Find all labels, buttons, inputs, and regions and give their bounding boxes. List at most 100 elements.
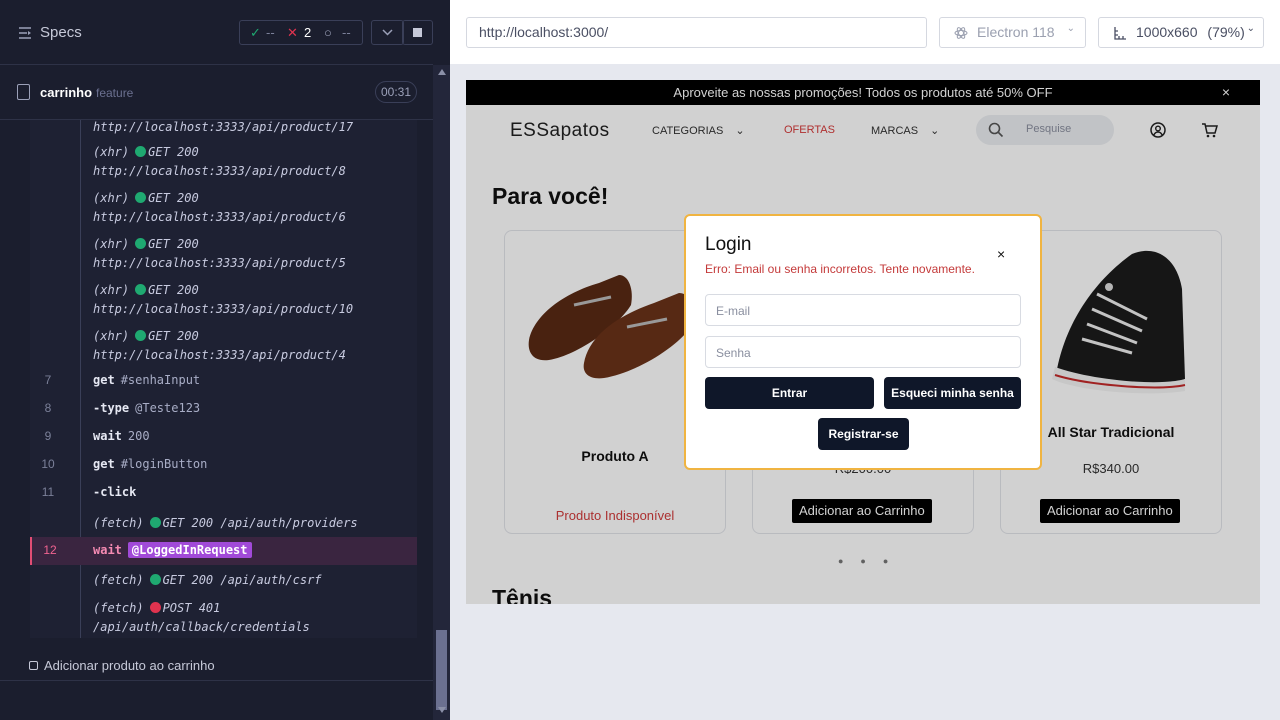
- log-row[interactable]: http://localhost:3333/api/product/17: [30, 120, 417, 138]
- pending-count: --: [342, 25, 351, 40]
- request-method: GET 200: [148, 283, 199, 297]
- browser-toolbar: http://localhost:3000/ Electron 118 ⌄ 10…: [450, 0, 1280, 64]
- specs-label[interactable]: Specs: [40, 24, 82, 41]
- log-row[interactable]: (fetch) GET 200 /api/auth/csrf: [30, 571, 417, 589]
- request-line: (fetch) GET 200 /api/auth/providers: [93, 514, 358, 533]
- login-modal: Login × Erro: Email ou senha incorretos.…: [684, 214, 1042, 470]
- divider: [0, 680, 433, 681]
- spec-tag: feature: [96, 86, 134, 100]
- viewport-selector[interactable]: 1000x660 (79%) ⌄: [1098, 17, 1264, 48]
- command-name: -type: [93, 401, 130, 415]
- chevron-down-icon: [382, 29, 393, 36]
- command-row[interactable]: 8 -type @Teste123: [30, 401, 417, 419]
- runner-panel: Specs ✓ -- ✕ 2 ○ -- carrinho feature 00:…: [0, 0, 450, 720]
- log-row[interactable]: (xhr) GET 200 http://localhost:3333/api/pr…: [30, 327, 417, 367]
- passed-icon: ✓: [250, 25, 261, 40]
- request-line: (xhr) GET 200 http://localhost:3333/api/pr…: [93, 189, 346, 227]
- forgot-password-button[interactable]: Esqueci minha senha: [884, 377, 1021, 409]
- command-arg: #loginButton: [120, 457, 208, 471]
- ruler-icon: [1114, 27, 1126, 40]
- command-row[interactable]: 9 wait 200: [30, 429, 417, 447]
- command-number: 11: [41, 485, 55, 499]
- command-name: wait: [93, 543, 122, 557]
- spec-duration: 00:31: [375, 81, 417, 103]
- browser-selector[interactable]: Electron 118 ⌄: [939, 17, 1086, 48]
- command-row[interactable]: 10 get #loginButton: [30, 457, 417, 475]
- request-kind: (xhr): [93, 237, 130, 251]
- request-kind: (fetch): [93, 573, 144, 587]
- email-placeholder: E-mail: [716, 304, 751, 318]
- command-row[interactable]: 7 get #senhaInput: [30, 373, 417, 391]
- command-number: 9: [44, 429, 52, 443]
- test-item[interactable]: Adicionar produto ao carrinho: [29, 658, 215, 673]
- password-placeholder: Senha: [716, 346, 751, 360]
- request-url: /api/auth/providers: [220, 516, 358, 530]
- status-dot: [135, 330, 147, 341]
- request-line: (xhr) GET 200 http://localhost:3333/api/pr…: [93, 327, 346, 365]
- request-method: GET 200: [148, 145, 199, 159]
- command: -click: [93, 485, 142, 499]
- request-line: (xhr) GET 200 http://localhost:3333/api/pr…: [93, 235, 346, 273]
- command-log: http://localhost:3333/api/product/17 (xh…: [30, 120, 417, 638]
- scroll-down-icon[interactable]: [438, 707, 446, 713]
- command-number: 8: [44, 401, 52, 415]
- app-preview: Aproveite as nossas promoções! Todos os …: [466, 80, 1260, 604]
- register-button[interactable]: Registrar-se: [818, 418, 909, 450]
- command-row-active[interactable]: 12 wait @LoggedInRequest: [30, 537, 417, 565]
- password-field[interactable]: Senha: [705, 336, 1021, 368]
- log-scrollbar[interactable]: [433, 65, 450, 720]
- command: get #senhaInput: [93, 373, 200, 387]
- request-kind: (xhr): [93, 145, 130, 159]
- request-kind: (fetch): [93, 516, 144, 530]
- command-number: 12: [43, 543, 57, 557]
- log-row[interactable]: (xhr) GET 200 http://localhost:3333/api/pr…: [30, 189, 417, 229]
- aut-panel: http://localhost:3000/ Electron 118 ⌄ 10…: [450, 0, 1280, 720]
- failed-count: 2: [304, 25, 312, 40]
- status-dot: [135, 146, 147, 157]
- alias-badge: @LoggedInRequest: [127, 542, 252, 558]
- viewport-size: 1000x660: [1136, 24, 1198, 40]
- log-row[interactable]: (xhr) GET 200 http://localhost:3333/api/pr…: [30, 235, 417, 275]
- pending-icon: ○: [324, 25, 332, 40]
- request-url: http://localhost:3333/api/product/17: [93, 120, 354, 134]
- request-line: (xhr) GET 200 http://localhost:3333/api/pr…: [93, 281, 353, 319]
- request-url: http://localhost:3333/api/product/5: [93, 256, 346, 270]
- log-row[interactable]: (fetch) POST 401/api/auth/callback/creden…: [30, 599, 417, 638]
- email-field[interactable]: E-mail: [705, 294, 1021, 326]
- scroll-thumb[interactable]: [436, 630, 447, 710]
- chevron-down-icon: ⌄: [1246, 23, 1255, 34]
- login-button[interactable]: Entrar: [705, 377, 874, 409]
- toggle-auto-scroll-button[interactable]: [371, 20, 404, 45]
- command: get #loginButton: [93, 457, 207, 471]
- command-row[interactable]: 11 -click: [30, 485, 417, 503]
- stop-button[interactable]: [402, 20, 433, 45]
- log-row[interactable]: (xhr) GET 200 http://localhost:3333/api/pr…: [30, 281, 417, 321]
- request-line: (fetch) GET 200 /api/auth/csrf: [93, 571, 322, 590]
- request-kind: (fetch): [93, 601, 144, 615]
- close-icon[interactable]: ×: [997, 246, 1005, 262]
- request-url: http://localhost:3333/api/product/4: [93, 348, 346, 362]
- status-dot: [149, 574, 161, 585]
- command-number: 7: [44, 373, 52, 387]
- chevron-down-icon: ⌄: [1066, 23, 1075, 34]
- electron-icon: [954, 27, 968, 39]
- request-line: (xhr) GET 200 http://localhost:3333/api/pr…: [93, 143, 346, 181]
- url-bar[interactable]: http://localhost:3000/: [466, 17, 927, 48]
- log-row[interactable]: (xhr) GET 200 http://localhost:3333/api/pr…: [30, 143, 417, 183]
- command: wait 200: [93, 429, 150, 443]
- specs-list-icon[interactable]: [18, 26, 32, 40]
- failed-icon: ✕: [287, 25, 298, 40]
- command: wait @LoggedInRequest: [93, 542, 252, 558]
- status-dot: [135, 284, 147, 295]
- spec-title-bar: carrinho feature 00:31: [0, 80, 433, 120]
- zoom-level: (79%): [1207, 24, 1245, 40]
- status-dot: [135, 192, 147, 203]
- log-row[interactable]: (fetch) GET 200 /api/auth/providers: [30, 514, 417, 532]
- modal-title: Login: [705, 234, 752, 255]
- scroll-up-icon[interactable]: [438, 69, 446, 75]
- request-url: /api/auth/csrf: [220, 573, 322, 587]
- passed-count: --: [266, 25, 275, 40]
- request-url: http://localhost:3333/api/product/6: [93, 210, 346, 224]
- request-method: POST 401: [162, 601, 221, 615]
- request-method: GET 200: [148, 329, 199, 343]
